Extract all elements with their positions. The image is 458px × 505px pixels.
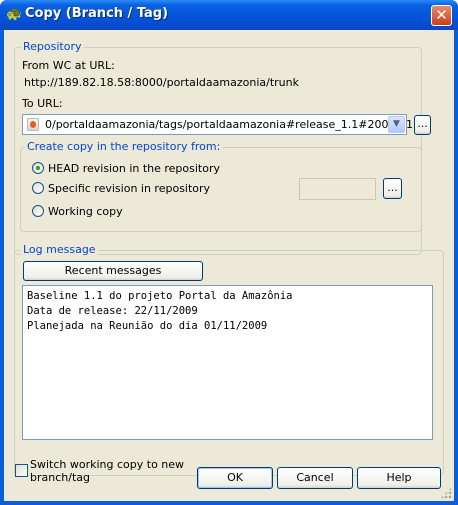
switch-working-copy-checkbox[interactable] [15, 464, 28, 477]
to-url-combo[interactable]: 0/portaldaamazonia/tags/portaldaamazonia… [22, 114, 430, 135]
log-message-editor[interactable]: Baseline 1.1 do projeto Portal da Amazôn… [22, 285, 433, 440]
firefox-icon [27, 118, 39, 131]
dialog-window: 🐢 Copy (Branch / Tag) ✕ Repository From … [0, 0, 458, 505]
switch-working-copy-label-line1: Switch working copy to new [30, 458, 185, 471]
radio-working-copy[interactable]: Working copy [32, 204, 232, 220]
help-button[interactable]: Help [357, 467, 441, 489]
title-bar[interactable]: 🐢 Copy (Branch / Tag) ✕ [0, 0, 458, 30]
radio-working-copy-label: Working copy [48, 205, 123, 218]
revision-input [299, 178, 376, 200]
to-url-label: To URL: [22, 97, 63, 110]
radio-head-revision-label: HEAD revision in the repository [48, 162, 221, 175]
recent-messages-button[interactable]: Recent messages [23, 261, 203, 281]
log-line: Planejada na Reunião do dia 01/11/2009 [27, 320, 268, 332]
resize-grip[interactable] [440, 487, 452, 499]
radio-head-revision-button[interactable] [32, 162, 44, 174]
ok-button[interactable]: OK [197, 467, 273, 489]
tortoise-icon: 🐢 [6, 7, 23, 22]
radio-head-revision[interactable]: HEAD revision in the repository [32, 161, 232, 177]
chevron-down-icon[interactable]: ▼ [388, 116, 405, 133]
log-line: Baseline 1.1 do projeto Portal da Amazôn… [27, 290, 293, 302]
revision-browse-button[interactable]: ... [383, 178, 402, 199]
cancel-button[interactable]: Cancel [277, 467, 353, 489]
to-url-value: 0/portaldaamazonia/tags/portaldaamazonia… [45, 118, 431, 131]
dialog-client-area: Repository From WC at URL: http://189.82… [4, 30, 454, 501]
from-url-value: http://189.82.18.58:8000/portaldaamazoni… [24, 76, 299, 89]
switch-working-copy-label-line2: branch/tag [30, 471, 90, 484]
copy-source-legend: Create copy in the repository from: [25, 140, 223, 153]
radio-specific-revision-label: Specific revision in repository [48, 182, 211, 195]
radio-working-copy-button[interactable] [32, 205, 44, 217]
to-url-browse-button[interactable]: ... [414, 115, 431, 135]
log-line: Data de release: 22/11/2009 [27, 305, 198, 317]
radio-specific-revision[interactable]: Specific revision in repository [32, 181, 232, 197]
log-message-legend: Log message [21, 243, 98, 256]
close-button[interactable]: ✕ [431, 5, 452, 26]
radio-specific-revision-button[interactable] [32, 182, 44, 194]
repository-group-legend: Repository [21, 40, 84, 53]
window-title: Copy (Branch / Tag) [25, 6, 169, 21]
from-url-label: From WC at URL: [22, 59, 115, 72]
